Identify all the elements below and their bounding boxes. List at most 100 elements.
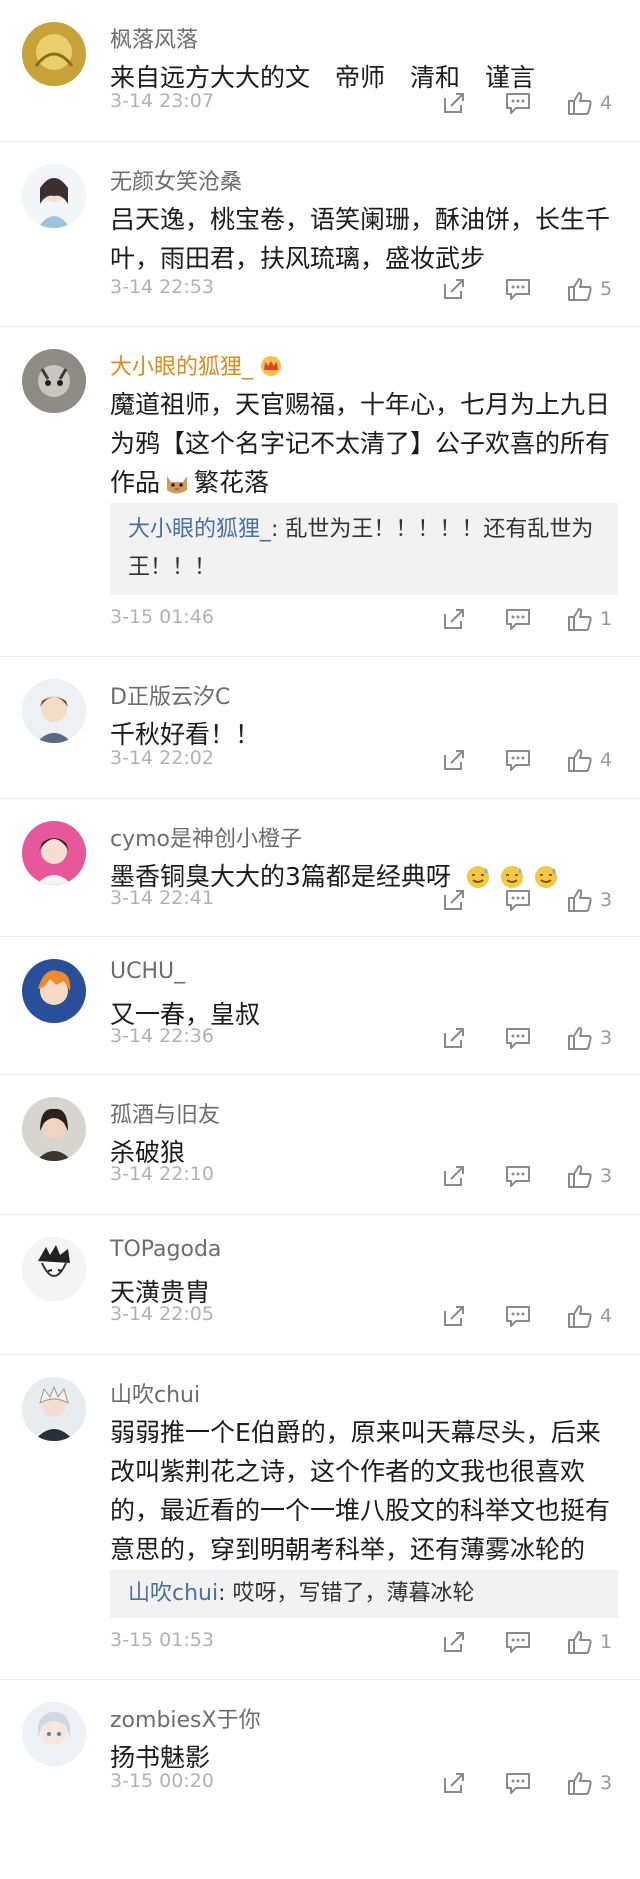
reply-button[interactable]: [504, 1768, 532, 1798]
reply-separator: :: [271, 517, 286, 542]
share-button[interactable]: [440, 1161, 468, 1191]
like-button[interactable]: 4: [566, 88, 612, 118]
reply-box[interactable]: 大小眼的狐狸_: 乱世为王！！！！！还有乱世为王！！！: [110, 503, 618, 595]
reply-button[interactable]: [504, 885, 532, 915]
share-button[interactable]: [440, 604, 468, 634]
username[interactable]: zombiesX于你: [110, 1702, 261, 1734]
comment-text: 吕天逸，桃宝卷，语笑阑珊，酥油饼，长生千叶，雨田君，扶风琉璃，盛妆武步: [110, 205, 611, 273]
username[interactable]: 孤酒与旧友: [110, 1097, 220, 1129]
like-count: 3: [600, 889, 613, 911]
reply-button[interactable]: [504, 1161, 532, 1191]
username[interactable]: D正版云汐C: [110, 679, 230, 711]
comment-item: TOPagoda 天潢贵胄 3-14 22:05 4: [0, 1215, 640, 1355]
comment-icon: [506, 750, 530, 771]
share-button[interactable]: [440, 1627, 468, 1657]
comment-text: 魔道祖师，天官赐福，十年心，七月为上九日为鸦【这个名字记不太清了】公子欢喜的所有…: [110, 385, 610, 502]
share-button[interactable]: [440, 1023, 468, 1053]
reply-button[interactable]: [504, 1627, 532, 1657]
username[interactable]: 山吹chui: [110, 1377, 200, 1409]
share-icon: [444, 1028, 464, 1048]
comment-item: UCHU_ 又一春，皇叔 3-14 22:36 3: [0, 937, 640, 1075]
timestamp: 3-15 01:53: [110, 1629, 214, 1651]
comment-meta: 3-14 22:05 4: [110, 1301, 620, 1331]
reply-box[interactable]: 山吹chui: 哎呀，写错了，薄暮冰轮: [110, 1570, 618, 1618]
share-button[interactable]: [440, 745, 468, 775]
timestamp: 3-14 22:05: [110, 1303, 214, 1325]
share-button[interactable]: [440, 274, 468, 304]
comment-icon: [506, 1632, 530, 1653]
crown-icon: [259, 355, 283, 383]
username[interactable]: 无颜女笑沧桑: [110, 164, 242, 196]
avatar[interactable]: [22, 959, 86, 1023]
reply-username[interactable]: 山吹chui: [128, 1581, 218, 1606]
thumbs-up-icon: [568, 1027, 592, 1050]
comment-icon: [506, 1306, 530, 1327]
timestamp: 3-14 22:53: [110, 276, 214, 298]
share-icon: [444, 1166, 464, 1186]
like-button[interactable]: 3: [566, 1023, 612, 1053]
avatar[interactable]: [22, 349, 86, 413]
like-button[interactable]: 1: [566, 604, 612, 634]
avatar[interactable]: [22, 1097, 86, 1161]
like-button[interactable]: 5: [566, 274, 612, 304]
avatar[interactable]: [22, 22, 86, 86]
like-count: 5: [600, 278, 613, 300]
comment-meta: 3-14 22:02 4: [110, 745, 620, 775]
username[interactable]: UCHU_: [110, 959, 185, 984]
like-button[interactable]: 3: [566, 1161, 612, 1191]
username[interactable]: 大小眼的狐狸_: [110, 349, 283, 383]
avatar[interactable]: [22, 679, 86, 743]
comment-item: 孤酒与旧友 杀破狼 3-14 22:10 3: [0, 1075, 640, 1215]
share-icon: [444, 890, 464, 910]
reply-button[interactable]: [504, 274, 532, 304]
reply-button[interactable]: [504, 745, 532, 775]
share-button[interactable]: [440, 1301, 468, 1331]
timestamp: 3-14 22:41: [110, 887, 214, 909]
reply-button[interactable]: [504, 88, 532, 118]
share-button[interactable]: [440, 88, 468, 118]
reply-separator: :: [218, 1581, 233, 1606]
timestamp: 3-15 01:46: [110, 606, 214, 628]
comment-icon: [506, 93, 530, 114]
share-icon: [444, 1773, 464, 1793]
avatar[interactable]: [22, 821, 86, 885]
comment-meta: 3-14 22:53 5: [110, 274, 620, 304]
like-button[interactable]: 4: [566, 1301, 612, 1331]
like-count: 4: [600, 1305, 613, 1327]
avatar[interactable]: [22, 1377, 86, 1441]
thumbs-up-icon: [568, 749, 592, 772]
like-button[interactable]: 3: [566, 1768, 612, 1798]
comment-icon: [506, 1166, 530, 1187]
reply-text: 哎呀，写错了，薄暮冰轮: [232, 1581, 475, 1606]
thumbs-up-icon: [568, 1631, 592, 1654]
comment-item: D正版云汐C 千秋好看！！ 3-14 22:02 4: [0, 657, 640, 799]
like-count: 4: [600, 749, 613, 771]
thumbs-up-icon: [568, 92, 592, 115]
username[interactable]: TOPagoda: [110, 1237, 221, 1262]
comment-item: cymo是神创小橙子 墨香铜臭大大的3篇都是经典呀 3-14 22:41 3: [0, 799, 640, 937]
reply-button[interactable]: [504, 604, 532, 634]
comment-text-tail: 繁花落: [194, 468, 270, 497]
username[interactable]: 枫落风落: [110, 22, 198, 54]
comment-item: 山吹chui 弱弱推一个E伯爵的，原来叫天幕尽头，后来改叫紫荆花之诗，这个作者的…: [0, 1355, 640, 1680]
comment-meta: 3-14 22:36 3: [110, 1023, 620, 1053]
reply-button[interactable]: [504, 1023, 532, 1053]
like-count: 3: [600, 1772, 613, 1794]
avatar[interactable]: [22, 164, 86, 228]
timestamp: 3-14 22:10: [110, 1163, 214, 1185]
reply-username[interactable]: 大小眼的狐狸_: [128, 517, 271, 542]
timestamp: 3-14 22:02: [110, 747, 214, 769]
avatar[interactable]: [22, 1702, 86, 1766]
avatar[interactable]: [22, 1237, 86, 1301]
share-button[interactable]: [440, 885, 468, 915]
reply-button[interactable]: [504, 1301, 532, 1331]
like-button[interactable]: 4: [566, 745, 612, 775]
username[interactable]: cymo是神创小橙子: [110, 821, 302, 853]
like-button[interactable]: 1: [566, 1627, 612, 1657]
like-button[interactable]: 3: [566, 885, 612, 915]
share-button[interactable]: [440, 1768, 468, 1798]
comment-icon: [506, 1028, 530, 1049]
comment-meta: 3-15 01:46 1: [110, 604, 620, 634]
comment-icon: [506, 1773, 530, 1794]
share-icon: [444, 279, 464, 299]
